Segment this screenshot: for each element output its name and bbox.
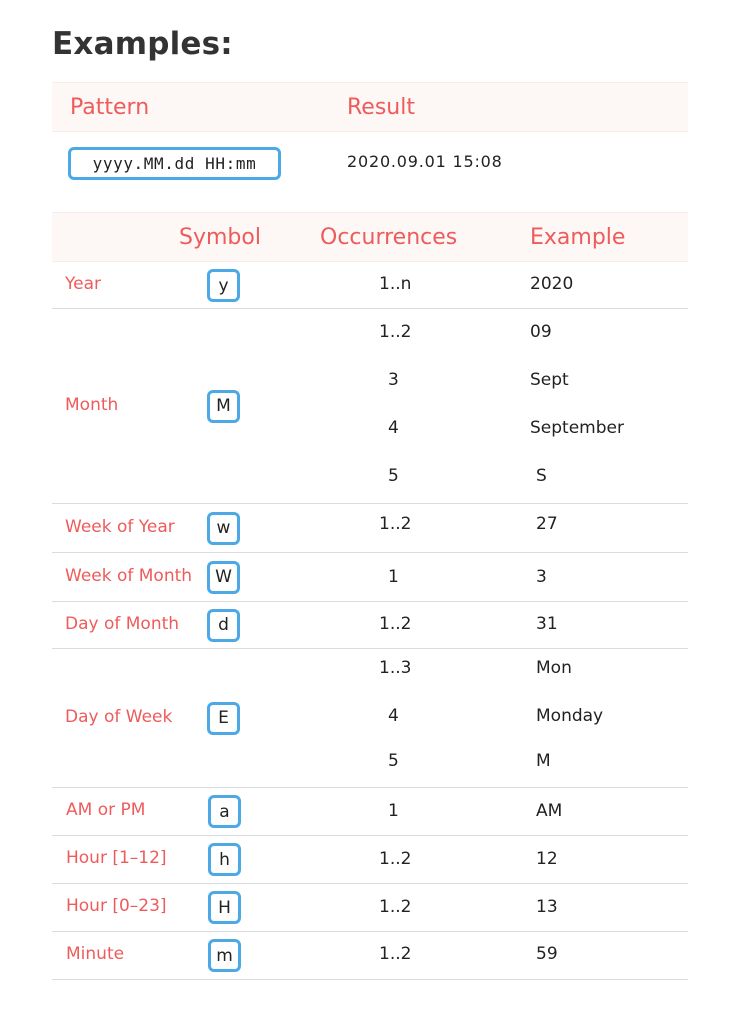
- example-value: Mon: [536, 658, 572, 678]
- occurrence-value: 1..2: [379, 849, 412, 869]
- row-name: Day of Month: [65, 613, 180, 634]
- example-value: M: [536, 751, 551, 771]
- occurrence-value: 4: [388, 418, 399, 438]
- row-divider: [52, 503, 688, 504]
- example-value: 13: [536, 897, 558, 917]
- row-divider: [52, 648, 688, 649]
- row-name: AM or PM: [66, 800, 146, 820]
- occurrence-value: 1..3: [379, 658, 412, 678]
- symbol-code: y: [207, 269, 240, 302]
- example-value: 31: [536, 614, 558, 634]
- example-value: Sept: [530, 370, 569, 390]
- symbol-code: m: [208, 939, 241, 972]
- occurrence-value: 1..2: [379, 944, 412, 964]
- occurrence-value: 3: [388, 370, 399, 390]
- row-divider: [52, 979, 688, 980]
- occurrence-value: 1..2: [379, 514, 412, 534]
- occurrence-value: 1..2: [379, 614, 412, 634]
- example-value: 2020: [530, 274, 574, 294]
- symbol-code: d: [207, 608, 240, 642]
- occurrence-value: 5: [388, 466, 399, 486]
- row-name: Year: [65, 274, 101, 294]
- row-divider: [52, 601, 688, 602]
- example-value: 3: [536, 567, 547, 587]
- example-value: 27: [536, 514, 558, 534]
- occurrence-value: 5: [388, 751, 399, 771]
- row-name: Month: [65, 394, 119, 415]
- row-divider: [52, 931, 688, 932]
- example-header: Example: [530, 225, 626, 250]
- symbol-code: W: [207, 560, 240, 594]
- row-name: Minute: [66, 944, 125, 964]
- occurrence-value: 1..2: [379, 897, 412, 917]
- occurrence-value: 1: [388, 801, 399, 821]
- symbol-code: h: [208, 843, 241, 876]
- symbol-code: a: [208, 795, 241, 828]
- row-name: Hour [0–23]: [66, 896, 167, 916]
- row-name: Week of Year: [65, 516, 175, 537]
- occurrence-value: 1..2: [379, 322, 412, 342]
- row-divider: [52, 835, 688, 836]
- row-divider: [52, 787, 688, 788]
- symbol-code: M: [207, 389, 240, 423]
- pattern-result: 2020.09.01 15:08: [347, 152, 503, 171]
- row-divider: [52, 308, 688, 309]
- example-value: Monday: [536, 706, 604, 726]
- symbol-code: w: [207, 511, 240, 545]
- example-value: 12: [536, 849, 558, 869]
- example-value: 09: [530, 322, 552, 342]
- symbol-code: H: [208, 891, 241, 924]
- occurrence-value: 1..n: [379, 274, 412, 294]
- pattern-code: yyyy.MM.dd HH:mm: [68, 147, 281, 180]
- occurrence-value: 1: [388, 567, 399, 587]
- symbol-header: Symbol: [179, 225, 261, 250]
- result-header: Result: [347, 95, 415, 120]
- example-value: AM: [536, 801, 563, 821]
- row-name: Day of Week: [65, 706, 173, 727]
- page-title: Examples:: [52, 26, 233, 62]
- row-name: Week of Month: [65, 565, 193, 586]
- example-value: September: [530, 418, 624, 438]
- pattern-header: Pattern: [70, 95, 150, 120]
- occurrences-header: Occurrences: [320, 225, 458, 250]
- symbol-code: E: [207, 701, 240, 735]
- occurrence-value: 4: [388, 706, 399, 726]
- example-value: 59: [536, 944, 558, 964]
- row-divider: [52, 883, 688, 884]
- row-divider: [52, 552, 688, 553]
- row-name: Hour [1–12]: [66, 848, 167, 868]
- example-value: S: [536, 466, 547, 486]
